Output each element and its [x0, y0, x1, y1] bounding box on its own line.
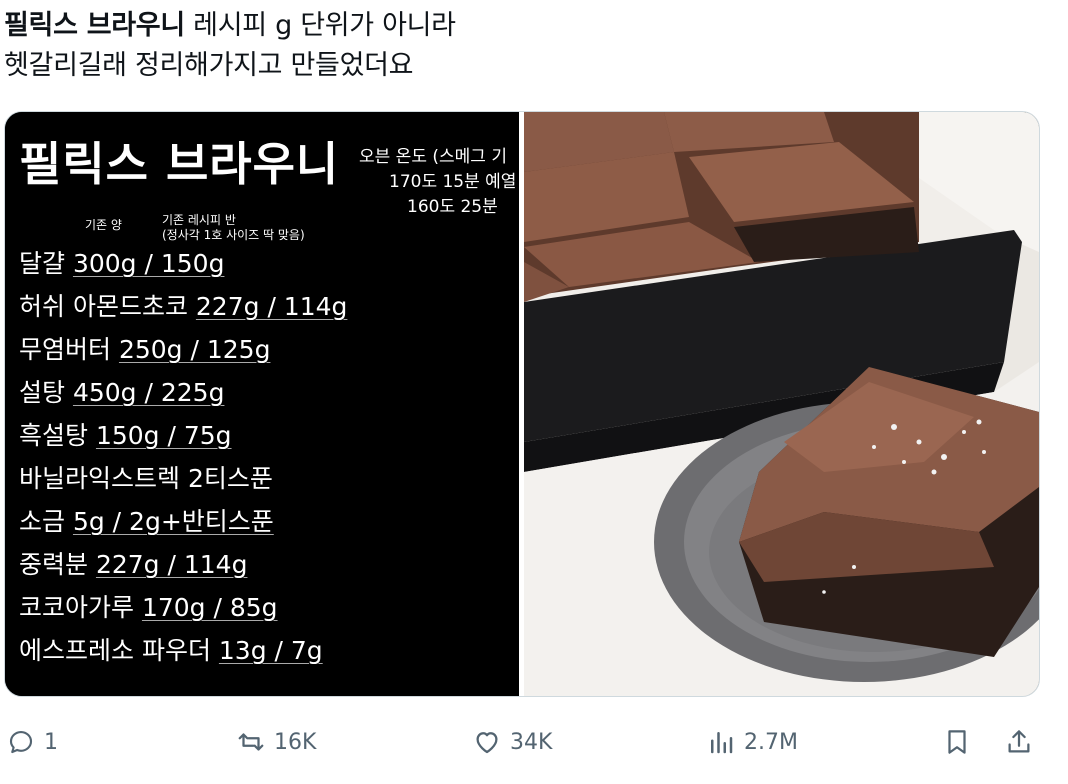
retweet-count: 16K — [274, 729, 317, 755]
ingredient-name: 허쉬 아몬드초코 — [19, 292, 196, 321]
share-button[interactable] — [1004, 720, 1042, 764]
views-count: 2.7M — [744, 729, 798, 755]
ingredient-quantity: 227g / 114g — [95, 550, 248, 579]
header-half-note: (정사각 1호 사이즈 딱 맞음) — [162, 228, 305, 242]
ingredient-name: 중력분 — [19, 550, 96, 579]
tweet-text-rest: 레시피 g 단위가 아니라 — [184, 10, 456, 41]
like-button[interactable]: 34K — [472, 720, 552, 764]
oven-line-2: 170도 15분 예열 — [389, 172, 517, 192]
tweet-text: 필릭스 브라우니 레시피 g 단위가 아니라 헷갈리길래 정리해가지고 만들었더… — [4, 6, 904, 86]
header-half-amount: 기존 레시피 반 (정사각 1호 사이즈 딱 맞음) — [162, 213, 305, 243]
ingredient-quantity: 300g / 150g — [72, 249, 225, 278]
share-icon — [1008, 730, 1030, 753]
views-button[interactable]: 2.7M — [706, 720, 798, 764]
ingredient-row: 허쉬 아몬드초코 227g / 114g — [19, 285, 347, 328]
reply-count: 1 — [44, 729, 58, 755]
tweet-text-line2: 헷갈리길래 정리해가지고 만들었더요 — [4, 50, 414, 81]
tweet-text-bold: 필릭스 브라우니 — [4, 10, 185, 41]
ingredient-name: 흑설탕 — [19, 421, 96, 450]
ingredient-quantity: 5g / 2g+반티스푼 — [72, 507, 274, 536]
ingredient-name: 소금 — [19, 507, 73, 536]
tweet-actions: 1 16K 34K 2.7M — [0, 720, 1068, 764]
ingredient-quantity: 450g / 225g — [72, 378, 225, 407]
brownie-photo[interactable] — [524, 112, 1039, 696]
ingredient-name: 달걀 — [19, 249, 73, 278]
reply-icon — [9, 730, 33, 754]
recipe-title: 필릭스 브라우니 — [19, 137, 340, 191]
ingredient-row: 설탕 450g / 225g — [19, 371, 347, 414]
recipe-image[interactable]: 필릭스 브라우니 오븐 온도 (스메그 기 170도 15분 예열 160도 2… — [5, 112, 519, 696]
ingredient-row: 소금 5g / 2g+반티스푼 — [19, 500, 347, 543]
ingredient-row: 에스프레소 파우더 13g / 7g — [19, 629, 347, 672]
ingredient-row: 바닐라익스트렉 2티스푼 — [19, 457, 347, 500]
heart-icon — [476, 732, 498, 754]
ingredient-quantity: 13g / 7g — [218, 636, 323, 665]
views-icon — [711, 732, 733, 754]
ingredient-name: 에스프레소 파우더 — [19, 636, 219, 665]
tweet-text-line1: 필릭스 브라우니 레시피 g 단위가 아니라 — [4, 6, 904, 46]
retweet-button[interactable]: 16K — [236, 720, 316, 764]
oven-line-1: 오븐 온도 (스메그 기 — [359, 147, 507, 167]
bookmark-icon — [948, 730, 966, 754]
ingredient-name: 설탕 — [19, 378, 73, 407]
recipe-oven-info: 오븐 온도 (스메그 기 170도 15분 예열 160도 25분 — [359, 145, 519, 220]
tweet-media[interactable]: 필릭스 브라우니 오븐 온도 (스메그 기 170도 15분 예열 160도 2… — [4, 111, 1040, 697]
ingredient-quantity: 150g / 75g — [95, 421, 232, 450]
ingredient-quantity: 170g / 85g — [141, 593, 278, 622]
header-half-label: 기존 레시피 반 — [162, 213, 236, 227]
header-base-amount: 기존 양 — [85, 218, 122, 232]
oven-line-3: 160도 25분 — [407, 197, 498, 217]
ingredient-row: 중력분 227g / 114g — [19, 543, 347, 586]
like-count: 34K — [510, 729, 553, 755]
ingredient-row: 달걀 300g / 150g — [19, 242, 347, 285]
ingredient-list: 달걀 300g / 150g 허쉬 아몬드초코 227g / 114g 무염버터 2… — [19, 242, 347, 672]
ingredient-row: 흑설탕 150g / 75g — [19, 414, 347, 457]
ingredient-name: 바닐라익스트렉 2티스푼 — [19, 464, 273, 493]
ingredient-row: 코코아가루 170g / 85g — [19, 586, 347, 629]
ingredient-name: 코코아가루 — [19, 593, 142, 622]
bookmark-button[interactable] — [942, 720, 980, 764]
retweet-icon — [238, 733, 264, 751]
reply-button[interactable]: 1 — [6, 720, 58, 764]
ingredient-quantity: 250g / 125g — [118, 335, 271, 364]
brownie-illustration — [524, 112, 1039, 696]
ingredient-name: 무염버터 — [19, 335, 119, 364]
ingredient-row: 무염버터 250g / 125g — [19, 328, 347, 371]
ingredient-quantity: 227g / 114g — [195, 292, 348, 321]
